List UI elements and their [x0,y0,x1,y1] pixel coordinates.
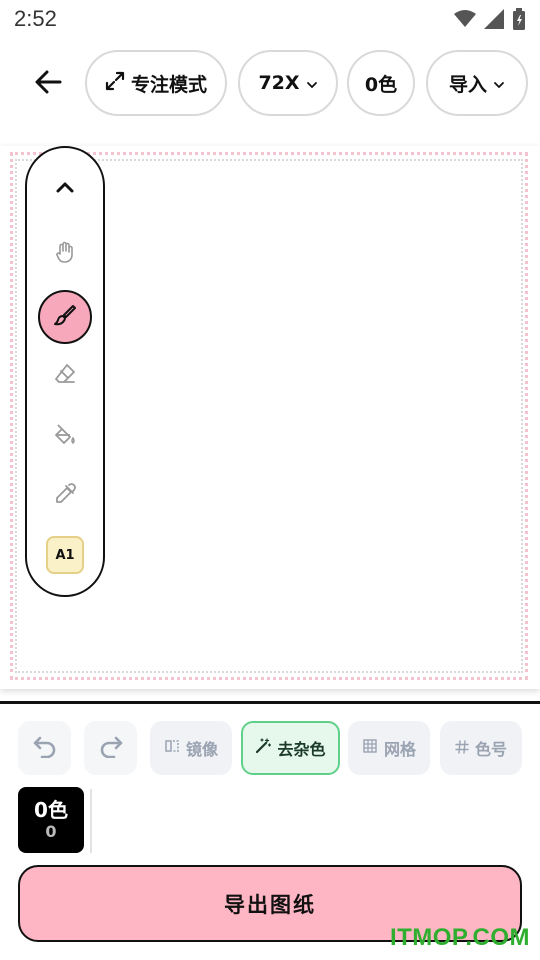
eraser-tool[interactable] [47,358,83,394]
palette-title: 0色 [34,798,68,822]
mirror-label: 镜像 [185,740,218,759]
paint-bucket-icon [53,422,77,450]
top-toolbar: 专注模式 72X 0色 导入 [0,50,540,118]
focus-mode-label: 专注模式 [130,73,207,96]
collapse-tools-button[interactable] [47,170,83,206]
expand-icon [105,71,125,96]
signal-icon [484,9,504,33]
grid-button[interactable]: 网格 [348,721,430,775]
fill-tool[interactable] [47,418,83,454]
divider [0,701,540,704]
color-count-label: 0色 [364,73,398,96]
import-dropdown[interactable]: 导入 [426,50,528,116]
brush-icon [53,303,77,331]
eyedropper-tool[interactable] [47,478,83,514]
import-label: 导入 [448,73,487,96]
focus-mode-button[interactable]: 专注模式 [85,50,227,116]
color-label-text: A1 [55,547,75,563]
wifi-icon [454,10,476,32]
denoise-button[interactable]: 去杂色 [241,721,340,775]
size-dropdown[interactable]: 72X [238,50,338,116]
redo-button[interactable] [84,721,137,775]
eyedropper-icon [53,482,77,510]
mirror-button[interactable]: 镜像 [150,721,232,775]
palette-summary[interactable]: 0色 0 [18,787,84,853]
eraser-icon [53,362,77,390]
status-bar: 2:52 [0,0,540,40]
arrow-left-icon [34,70,62,98]
export-label: 导出图纸 [224,892,316,917]
tool-rail: A1 [25,146,105,597]
undo-icon [32,734,58,762]
action-row: 镜像 去杂色 网格 色号 [0,721,540,775]
denoise-label: 去杂色 [277,740,326,759]
undo-button[interactable] [18,721,71,775]
magic-wand-icon [255,738,272,758]
chevron-down-icon [493,72,505,94]
chevron-down-icon [306,72,318,94]
size-label: 72X [258,72,300,94]
watermark: ITMOP.COM [389,924,530,951]
grid-label: 网格 [383,740,416,759]
status-time: 2:52 [14,6,57,31]
status-icons [454,8,526,34]
battery-icon [512,8,526,34]
color-code-label: 色号 [474,740,507,759]
color-label-tool[interactable]: A1 [46,536,84,574]
palette-count: 0 [45,822,57,841]
back-button[interactable] [28,64,68,104]
redo-icon [98,734,124,762]
palette-separator [90,789,92,853]
brush-tool[interactable] [38,290,92,344]
mirror-icon [164,738,180,758]
color-code-button[interactable]: 色号 [440,721,522,775]
color-count-button[interactable]: 0色 [347,50,415,116]
chevron-up-icon [55,179,75,198]
grid-icon [362,738,378,758]
hand-icon [53,240,77,268]
hand-tool[interactable] [47,236,83,272]
hash-icon [455,739,469,758]
